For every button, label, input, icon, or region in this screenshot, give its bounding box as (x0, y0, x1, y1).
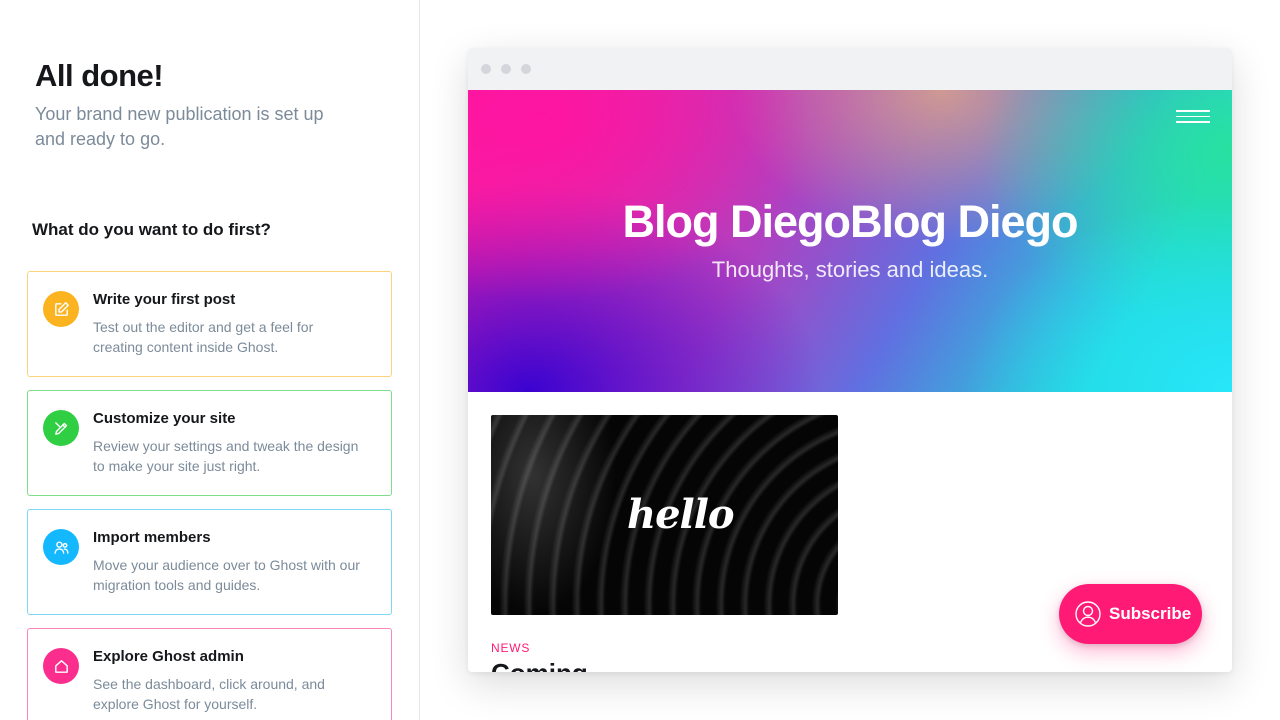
page-title: All done! (35, 58, 164, 93)
browser-chrome (468, 48, 1232, 90)
members-icon (43, 529, 79, 565)
site-title: Blog DiegoBlog Diego (622, 196, 1079, 247)
card-title: Explore Ghost admin (93, 648, 244, 665)
edit-icon (43, 291, 79, 327)
subscribe-button[interactable]: Subscribe (1059, 584, 1202, 644)
site-header-hero: Blog DiegoBlog Diego Thoughts, stories a… (468, 90, 1232, 392)
import-members-card[interactable]: Import members Move your audience over t… (27, 509, 392, 615)
customize-site-card[interactable]: Customize your site Review your settings… (27, 390, 392, 496)
brush-icon (43, 410, 79, 446)
subscribe-label: Subscribe (1109, 604, 1192, 623)
post-image-text: hello (627, 491, 735, 538)
post-feature-image[interactable]: hello (491, 415, 838, 615)
card-description: Move your audience over to Ghost with ou… (93, 557, 360, 593)
card-description: See the dashboard, click around, and exp… (93, 676, 325, 712)
window-dot (521, 64, 531, 74)
page-subtitle: Your brand new publication is set up and… (35, 104, 324, 149)
home-icon (43, 648, 79, 684)
post-title[interactable]: Coming (491, 658, 588, 672)
card-description: Test out the editor and get a feel for c… (93, 319, 314, 355)
section-heading: What do you want to do first? (32, 220, 271, 239)
site-description: Thoughts, stories and ideas. (711, 257, 989, 282)
card-title: Import members (93, 529, 211, 546)
window-dot (501, 64, 511, 74)
card-description: Review your settings and tweak the desig… (93, 438, 359, 474)
card-title: Customize your site (93, 410, 236, 427)
card-title: Write your first post (93, 291, 236, 308)
site-preview-area: Blog DiegoBlog Diego Thoughts, stories a… (420, 0, 1280, 720)
onboarding-panel: All done! Your brand new publication is … (0, 0, 420, 720)
write-first-post-card[interactable]: Write your first post Test out the edito… (27, 271, 392, 377)
window-dot (481, 64, 491, 74)
post-tag[interactable]: NEWS (491, 641, 530, 655)
explore-admin-card[interactable]: Explore Ghost admin See the dashboard, c… (27, 628, 392, 720)
user-icon (1075, 601, 1101, 627)
browser-preview-window: Blog DiegoBlog Diego Thoughts, stories a… (468, 48, 1232, 672)
hamburger-icon[interactable] (1176, 110, 1210, 123)
